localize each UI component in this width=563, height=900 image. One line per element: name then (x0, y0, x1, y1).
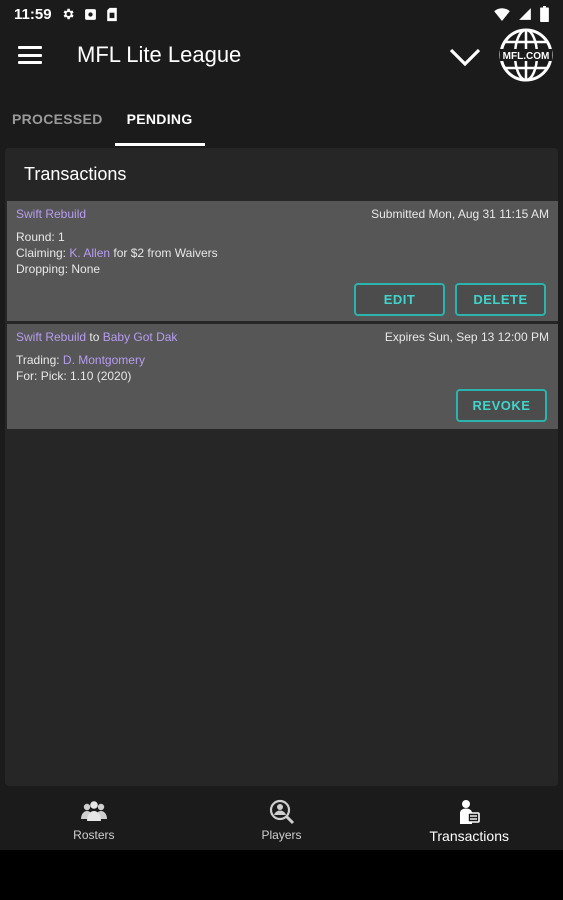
team-line: Swift Rebuild (16, 207, 86, 221)
transaction-item-waiver: Swift Rebuild Submitted Mon, Aug 31 11:1… (7, 201, 558, 321)
notification-square-icon (84, 8, 96, 20)
team-link[interactable]: Swift Rebuild (16, 207, 86, 221)
status-bar-left: 11:59 (14, 6, 118, 23)
signal-icon (519, 8, 531, 20)
wifi-icon (494, 7, 510, 21)
for-label: For: (16, 369, 38, 383)
claiming-label: Claiming: (16, 246, 67, 260)
card-title: Transactions (24, 164, 127, 184)
transactions-person-icon (460, 800, 480, 824)
nav-label-rosters: Rosters (73, 828, 115, 842)
delete-button[interactable]: DELETE (455, 283, 546, 316)
partner-team-link[interactable]: Baby Got Dak (103, 330, 178, 344)
trading-label: Trading: (16, 353, 60, 367)
trade-teams-line: Swift Rebuild to Baby Got Dak (16, 330, 177, 344)
app-screen: 11:59 MFL Lite League MFL.COM PROCESSED … (0, 0, 563, 850)
nav-rosters[interactable]: Rosters (0, 790, 188, 850)
tab-pending[interactable]: PENDING (114, 92, 205, 146)
sim-card-icon (106, 7, 117, 21)
app-bar: MFL Lite League MFL.COM (0, 28, 563, 84)
tab-processed[interactable]: PROCESSED (0, 92, 115, 146)
edit-button[interactable]: EDIT (354, 283, 445, 316)
nav-players[interactable]: Players (188, 790, 376, 850)
round-label: Round: (16, 230, 55, 244)
dropping-line: Dropping: None (16, 262, 100, 276)
chevron-down-icon[interactable] (448, 42, 482, 70)
trade-connector: to (89, 330, 100, 344)
dropping-value: None (71, 262, 101, 276)
revoke-button[interactable]: REVOKE (456, 389, 547, 422)
transaction-tabs: PROCESSED PENDING (0, 92, 205, 146)
round-line: Round: 1 (16, 230, 65, 244)
nav-label-players: Players (261, 828, 302, 842)
for-value: Pick: 1.10 (2020) (40, 369, 132, 383)
nav-label-transactions: Transactions (429, 828, 509, 844)
mfl-globe-logo[interactable]: MFL.COM (499, 28, 553, 82)
status-bar-right (494, 6, 549, 22)
submitted-timestamp: Submitted Mon, Aug 31 11:15 AM (371, 207, 549, 221)
round-value: 1 (58, 230, 65, 244)
league-title: MFL Lite League (77, 42, 242, 67)
status-time: 11:59 (14, 5, 52, 23)
for-line: For: Pick: 1.10 (2020) (16, 369, 131, 383)
claimed-player-link[interactable]: K. Allen (69, 246, 110, 260)
nav-transactions[interactable]: Transactions (375, 790, 563, 850)
status-bar: 11:59 (0, 0, 563, 28)
bottom-navigation: Rosters Players Transactions (0, 790, 563, 850)
battery-icon (540, 6, 549, 22)
rosters-group-icon (80, 801, 107, 821)
transaction-item-trade: Swift Rebuild to Baby Got Dak Expires Su… (7, 324, 558, 429)
claiming-line: Claiming: K. Allen for $2 from Waivers (16, 246, 218, 260)
menu-icon[interactable] (18, 46, 42, 64)
player-search-icon (269, 799, 294, 825)
expires-timestamp: Expires Sun, Sep 13 12:00 PM (384, 330, 549, 344)
trading-line: Trading: D. Montgomery (16, 353, 145, 367)
transactions-card: Transactions Swift Rebuild Submitted Mon… (5, 148, 558, 786)
dropping-label: Dropping: (16, 262, 69, 276)
team-link[interactable]: Swift Rebuild (16, 330, 86, 344)
gear-icon (63, 8, 74, 20)
claiming-detail: for $2 from Waivers (113, 246, 218, 260)
traded-player-link[interactable]: D. Montgomery (63, 353, 145, 367)
mfl-logo-text: MFL.COM (503, 51, 550, 62)
